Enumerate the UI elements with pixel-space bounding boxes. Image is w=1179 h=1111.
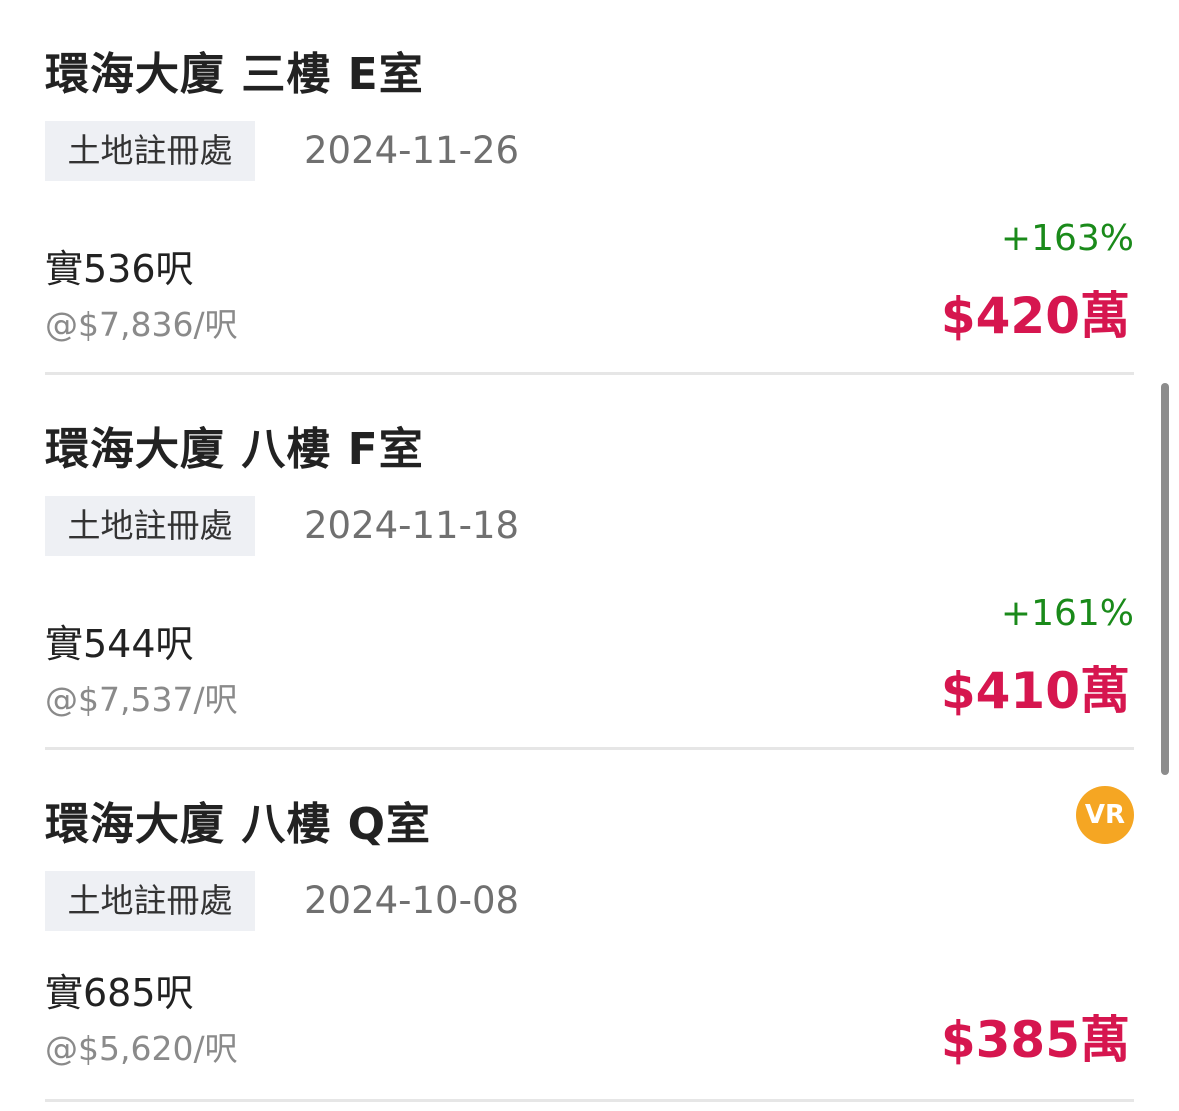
transaction-date: 2024-11-26 — [304, 129, 520, 172]
listing-title: 環海大廈 八樓 Q室 — [45, 799, 432, 850]
unit-price: @$5,620/呎 — [45, 1029, 238, 1068]
list-item[interactable]: 環海大廈 八樓 F室 土地註冊處 2024-11-18 實544呎 @$7,53… — [45, 375, 1134, 750]
transaction-date: 2024-11-18 — [304, 504, 520, 547]
price-change: +163% — [1000, 218, 1134, 259]
source-tag: 土地註冊處 — [45, 871, 255, 931]
transaction-price: $385萬 — [940, 1011, 1130, 1069]
list-item[interactable]: 環海大廈 三樓 E室 土地註冊處 2024-11-26 實536呎 @$7,83… — [45, 0, 1134, 375]
transaction-price: $410萬 — [940, 662, 1130, 720]
saleable-area: 實536呎 — [45, 247, 194, 291]
listing-title: 環海大廈 三樓 E室 — [45, 49, 424, 100]
transaction-price: $420萬 — [940, 287, 1130, 345]
listing-title: 環海大廈 八樓 F室 — [45, 424, 424, 475]
source-tag: 土地註冊處 — [45, 496, 255, 556]
saleable-area: 實685呎 — [45, 971, 194, 1015]
unit-price: @$7,836/呎 — [45, 305, 238, 344]
saleable-area: 實544呎 — [45, 622, 194, 666]
list-item[interactable]: 環海大廈 八樓 Q室 VR 土地註冊處 2024-10-08 實685呎 @$5… — [45, 750, 1134, 1102]
transaction-list: 環海大廈 三樓 E室 土地註冊處 2024-11-26 實536呎 @$7,83… — [45, 0, 1134, 1102]
scrollbar[interactable] — [1161, 383, 1169, 775]
source-tag: 土地註冊處 — [45, 121, 255, 181]
price-change: +161% — [1000, 593, 1134, 634]
vr-badge-icon[interactable]: VR — [1076, 786, 1134, 844]
transaction-date: 2024-10-08 — [304, 879, 520, 922]
unit-price: @$7,537/呎 — [45, 680, 238, 719]
